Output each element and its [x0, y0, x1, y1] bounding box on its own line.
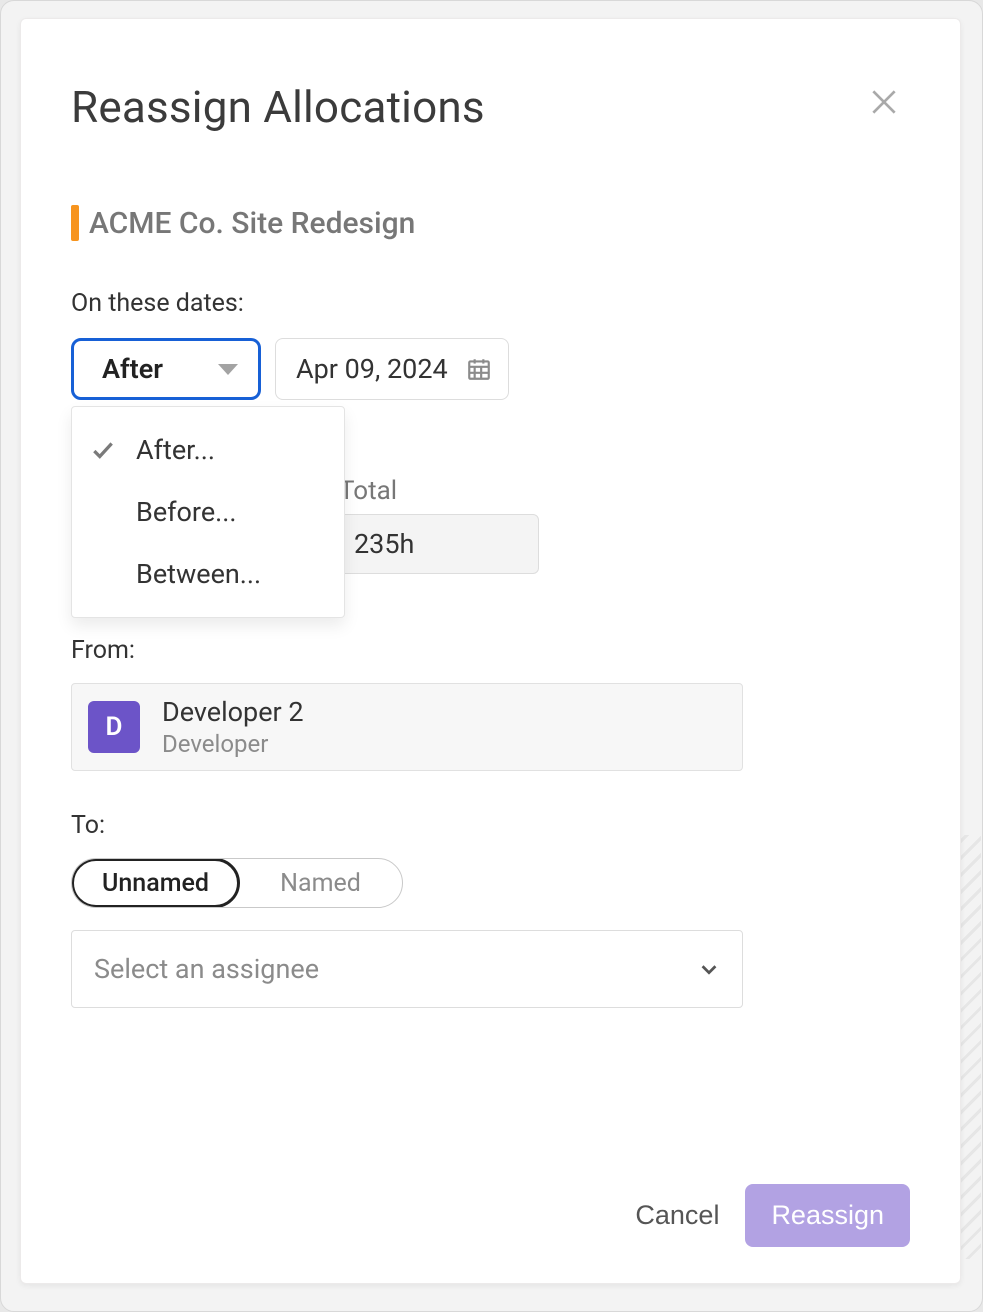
- caret-down-icon: [218, 364, 238, 375]
- reassign-button[interactable]: Reassign: [745, 1184, 910, 1247]
- total-value-box: 235h: [339, 514, 539, 574]
- check-icon: [90, 437, 136, 463]
- avatar-initial: D: [106, 712, 123, 742]
- to-label: To:: [71, 811, 910, 840]
- user-name: Developer 2: [162, 696, 304, 728]
- to-section: To: Unnamed Named Select an assignee: [71, 811, 910, 1008]
- from-label: From:: [71, 636, 910, 665]
- dropdown-option-label: After...: [136, 434, 215, 466]
- project-row: ACME Co. Site Redesign: [71, 205, 910, 241]
- dropdown-option-label: Before...: [136, 496, 237, 528]
- date-range-selected-label: After: [102, 353, 163, 385]
- dropdown-option-before[interactable]: Before...: [72, 481, 344, 543]
- dropdown-option-label: Between...: [136, 558, 261, 590]
- date-range-dropdown: After... Before... Between...: [71, 406, 345, 618]
- cancel-button[interactable]: Cancel: [635, 1200, 719, 1231]
- calendar-icon: [466, 356, 492, 382]
- date-picker[interactable]: Apr 09, 2024: [275, 338, 509, 400]
- to-type-toggle: Unnamed Named: [71, 858, 403, 908]
- date-controls: After Apr 09, 2024 After... Before... Be…: [71, 338, 910, 400]
- total-label: Total: [339, 476, 397, 506]
- assignee-select[interactable]: Select an assignee: [71, 930, 743, 1008]
- reassign-allocations-modal: Reassign Allocations ACME Co. Site Redes…: [20, 18, 961, 1284]
- total-value: 235h: [354, 528, 414, 560]
- assignee-placeholder: Select an assignee: [94, 953, 319, 985]
- user-meta: Developer 2 Developer: [162, 696, 304, 758]
- close-icon: [868, 86, 900, 121]
- toggle-unnamed[interactable]: Unnamed: [71, 858, 240, 908]
- dropdown-option-after[interactable]: After...: [72, 419, 344, 481]
- from-section: From: D Developer 2 Developer: [71, 636, 910, 771]
- modal-footer: Cancel Reassign: [635, 1184, 910, 1247]
- modal-title: Reassign Allocations: [71, 81, 910, 133]
- dates-label: On these dates:: [71, 289, 910, 318]
- dropdown-option-between[interactable]: Between...: [72, 543, 344, 605]
- project-name: ACME Co. Site Redesign: [89, 206, 415, 241]
- project-accent-bar: [71, 205, 79, 241]
- user-role: Developer: [162, 730, 304, 758]
- date-value: Apr 09, 2024: [296, 353, 448, 385]
- close-button[interactable]: [866, 85, 902, 121]
- avatar: D: [88, 701, 140, 753]
- from-user-card[interactable]: D Developer 2 Developer: [71, 683, 743, 771]
- toggle-label: Unnamed: [102, 869, 209, 898]
- toggle-named[interactable]: Named: [239, 859, 402, 907]
- toggle-label: Named: [280, 869, 361, 898]
- date-range-select[interactable]: After: [71, 338, 261, 400]
- chevron-down-icon: [698, 958, 720, 980]
